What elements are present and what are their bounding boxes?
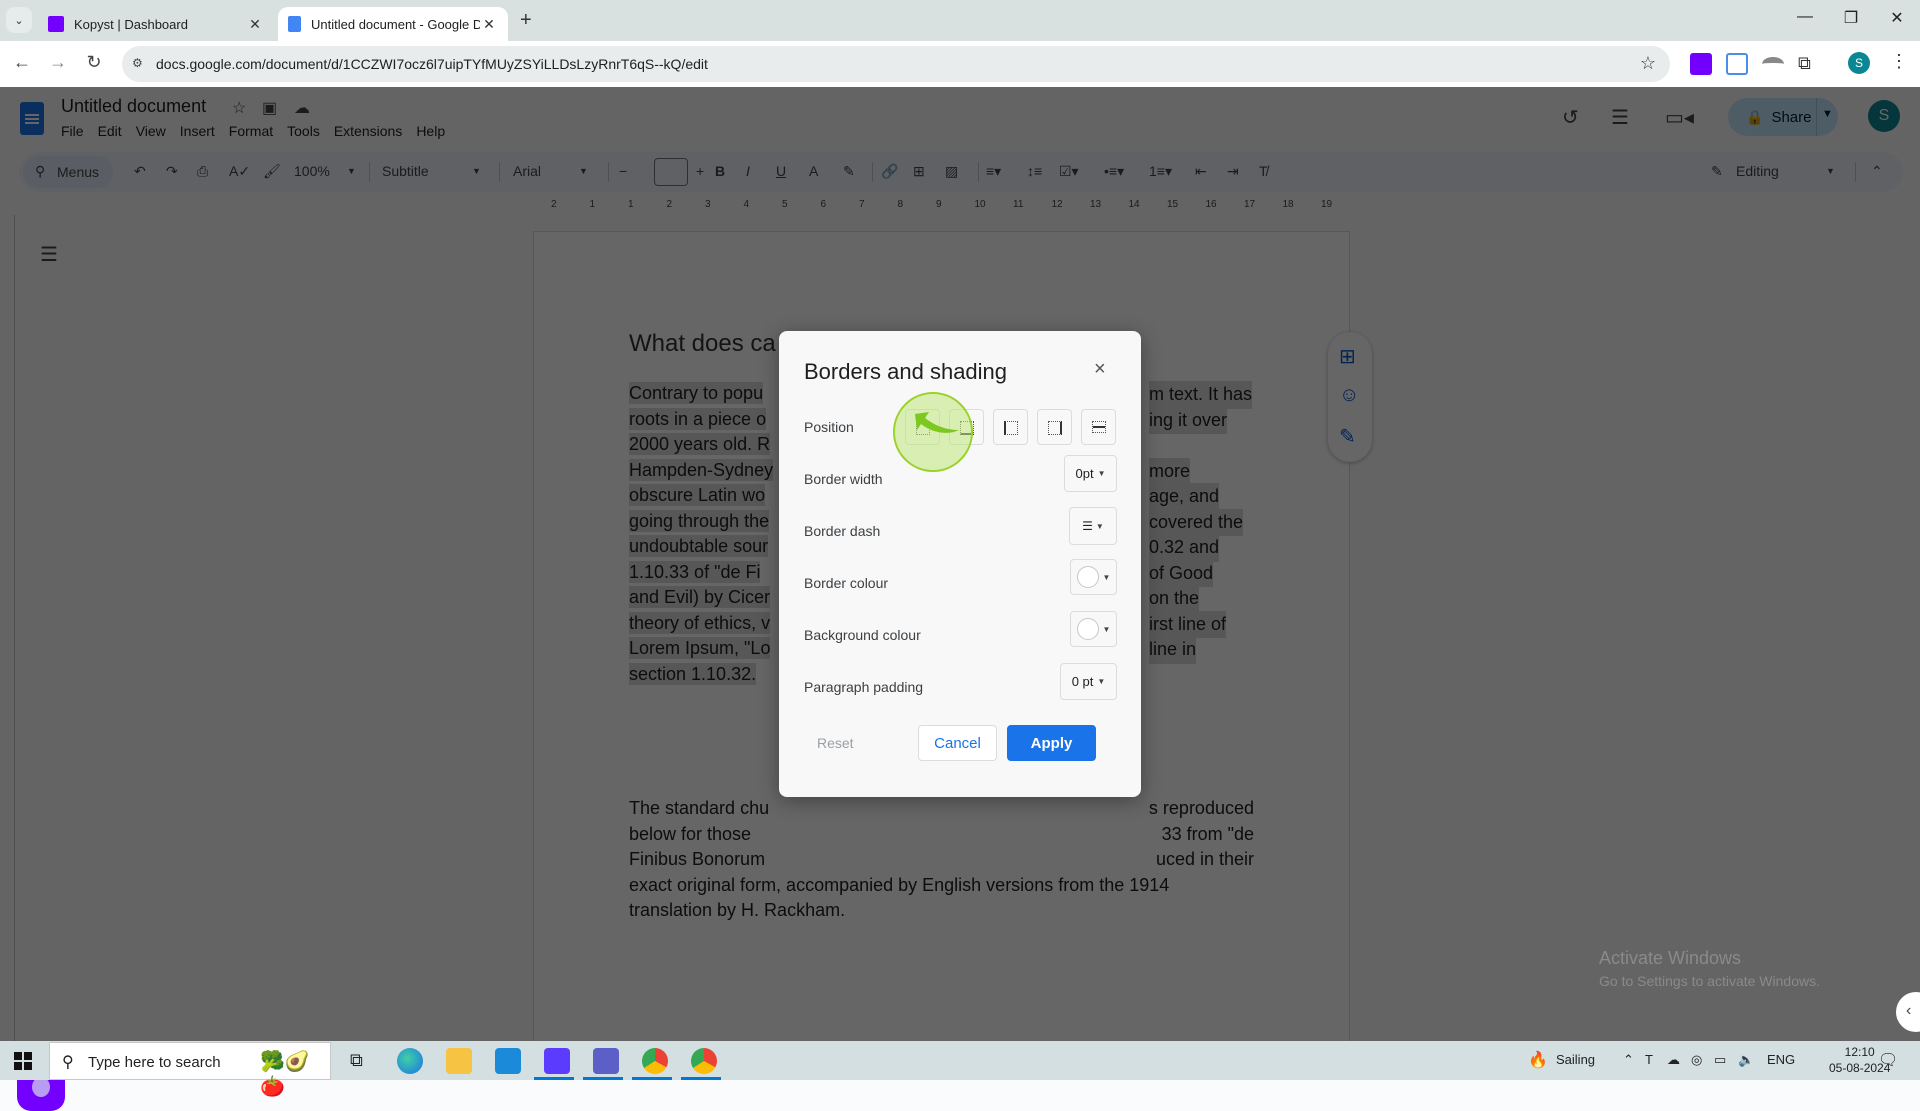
teams-icon[interactable] bbox=[593, 1048, 619, 1074]
close-icon[interactable]: × bbox=[1094, 358, 1106, 381]
minimize-button[interactable]: — bbox=[1782, 8, 1828, 26]
new-tab-button[interactable]: + bbox=[520, 9, 532, 32]
border-colour-label: Border colour bbox=[804, 575, 889, 591]
paragraph-padding-value: 0 pt bbox=[1071, 674, 1094, 689]
task-view-icon[interactable]: ⧉ bbox=[350, 1050, 363, 1071]
network-icon[interactable]: ▭ bbox=[1714, 1052, 1726, 1068]
chevron-down-icon: ▼ bbox=[1097, 469, 1106, 478]
chrome-profile-a-icon[interactable] bbox=[642, 1048, 668, 1074]
weather-label[interactable]: Sailing bbox=[1556, 1052, 1595, 1067]
extension-arc-icon[interactable] bbox=[1762, 57, 1784, 71]
url-text[interactable]: docs.google.com/document/d/1CCZWI7ocz6l7… bbox=[156, 56, 708, 72]
mail-icon[interactable] bbox=[495, 1048, 521, 1074]
background-colour-picker[interactable]: ▼ bbox=[1070, 611, 1117, 647]
camera-icon[interactable]: ◎ bbox=[1691, 1052, 1702, 1068]
extensions-puzzle-icon[interactable]: ⧉ bbox=[1798, 53, 1820, 75]
bookmark-star-icon[interactable]: ☆ bbox=[1640, 53, 1656, 74]
activate-windows-watermark: Activate Windows Go to Settings to activ… bbox=[1599, 948, 1820, 989]
border-between-icon bbox=[1092, 421, 1106, 433]
onedrive-icon[interactable]: ☁ bbox=[1667, 1052, 1680, 1068]
border-width-select[interactable]: 0pt ▼ bbox=[1064, 455, 1117, 492]
watermark-title: Activate Windows bbox=[1599, 948, 1742, 968]
chrome-profile-s-icon[interactable] bbox=[691, 1048, 717, 1074]
show-hidden-icons-icon[interactable]: ⌃ bbox=[1623, 1052, 1634, 1068]
reset-button[interactable]: Reset bbox=[817, 735, 854, 751]
edge-icon[interactable] bbox=[397, 1048, 423, 1074]
chevron-down-icon: ▼ bbox=[1097, 677, 1106, 686]
position-between-button[interactable] bbox=[1081, 409, 1116, 445]
position-right-button[interactable] bbox=[1037, 409, 1072, 445]
language-indicator[interactable]: ENG bbox=[1767, 1052, 1795, 1067]
kopyst-favicon-icon bbox=[48, 16, 64, 32]
docs-favicon-icon bbox=[288, 16, 301, 32]
chrome-profile-avatar[interactable]: S bbox=[1848, 52, 1870, 74]
tab-google-docs[interactable]: Untitled document - Google Do ✕ bbox=[278, 7, 508, 41]
chevron-down-icon: ▼ bbox=[1102, 572, 1111, 582]
site-info-icon[interactable]: ⚙ bbox=[132, 56, 143, 70]
borders-and-shading-dialog: Borders and shading × Position Border wi… bbox=[779, 331, 1141, 797]
chrome-menu-icon[interactable]: ⋮ bbox=[1890, 51, 1908, 72]
file-explorer-icon[interactable] bbox=[446, 1048, 472, 1074]
chevron-down-icon: ▼ bbox=[1095, 521, 1104, 531]
browser-tab-strip: ⌄ Kopyst | Dashboard ✕ Untitled document… bbox=[0, 0, 1920, 41]
search-highlight-icon: 🥦🥑🍅 bbox=[260, 1051, 310, 1098]
border-width-value: 0pt bbox=[1075, 466, 1094, 481]
back-icon[interactable]: ← bbox=[10, 52, 34, 73]
border-right-icon bbox=[1048, 421, 1062, 435]
colour-swatch bbox=[1076, 618, 1099, 640]
search-icon: ⚲ bbox=[62, 1054, 74, 1071]
extension-icon[interactable] bbox=[1726, 53, 1748, 75]
cancel-button[interactable]: Cancel bbox=[918, 725, 997, 761]
cursor-arrow-icon bbox=[915, 412, 959, 433]
chevron-down-icon: ▼ bbox=[1102, 624, 1111, 634]
restore-button[interactable]: ❐ bbox=[1828, 8, 1874, 28]
kopyst-taskbar-icon[interactable] bbox=[544, 1048, 570, 1074]
background-colour-label: Background colour bbox=[804, 627, 921, 643]
colour-swatch bbox=[1076, 566, 1099, 588]
browser-toolbar: ← → ↻ ⚙ docs.google.com/document/d/1CCZW… bbox=[0, 41, 1920, 87]
reload-icon[interactable]: ↻ bbox=[82, 52, 106, 73]
taskbar-search-placeholder: Type here to search bbox=[88, 1054, 221, 1071]
teams-tray-icon[interactable]: T bbox=[1645, 1052, 1653, 1067]
apply-button[interactable]: Apply bbox=[1007, 725, 1096, 761]
paragraph-padding-select[interactable]: 0 pt ▼ bbox=[1060, 663, 1117, 700]
notifications-icon[interactable]: 🗨 bbox=[1878, 1050, 1898, 1070]
kopyst-extension-icon[interactable] bbox=[1690, 53, 1712, 75]
watermark-subtitle: Go to Settings to activate Windows. bbox=[1599, 973, 1820, 989]
volume-icon[interactable]: 🔈 bbox=[1738, 1052, 1754, 1068]
windows-taskbar: ⚲ Type here to search 🥦🥑🍅 ⧉ 🔥 Sailing ⌃ … bbox=[0, 1041, 1920, 1098]
taskbar-search-box[interactable]: ⚲ Type here to search 🥦🥑🍅 bbox=[49, 1042, 331, 1098]
weather-icon[interactable]: 🔥 bbox=[1528, 1050, 1548, 1070]
address-bar[interactable]: ⚙ docs.google.com/document/d/1CCZWI7ocz6… bbox=[122, 46, 1670, 82]
border-left-icon bbox=[1004, 421, 1018, 435]
position-left-button[interactable] bbox=[993, 409, 1028, 445]
border-colour-picker[interactable]: ▼ bbox=[1070, 559, 1117, 595]
dash-style-icon: ☰ bbox=[1082, 519, 1093, 533]
tab-title: Kopyst | Dashboard bbox=[74, 16, 188, 32]
windows-start-icon[interactable] bbox=[14, 1052, 32, 1070]
border-width-label: Border width bbox=[804, 471, 883, 487]
dialog-title: Borders and shading bbox=[804, 359, 1008, 384]
border-dash-label: Border dash bbox=[804, 523, 881, 539]
tab-close-icon[interactable]: ✕ bbox=[246, 16, 264, 33]
tab-search-button[interactable]: ⌄ bbox=[6, 7, 32, 33]
border-dash-select[interactable]: ☰ ▼ bbox=[1069, 507, 1117, 545]
paragraph-padding-label: Paragraph padding bbox=[804, 679, 924, 695]
close-window-button[interactable]: ✕ bbox=[1874, 8, 1920, 28]
tab-title: Untitled document - Google Do bbox=[311, 16, 480, 32]
tab-kopyst-dashboard[interactable]: Kopyst | Dashboard ✕ bbox=[38, 7, 274, 41]
forward-icon[interactable]: → bbox=[46, 52, 70, 73]
position-label: Position bbox=[804, 419, 854, 435]
tab-close-icon[interactable]: ✕ bbox=[480, 16, 498, 33]
